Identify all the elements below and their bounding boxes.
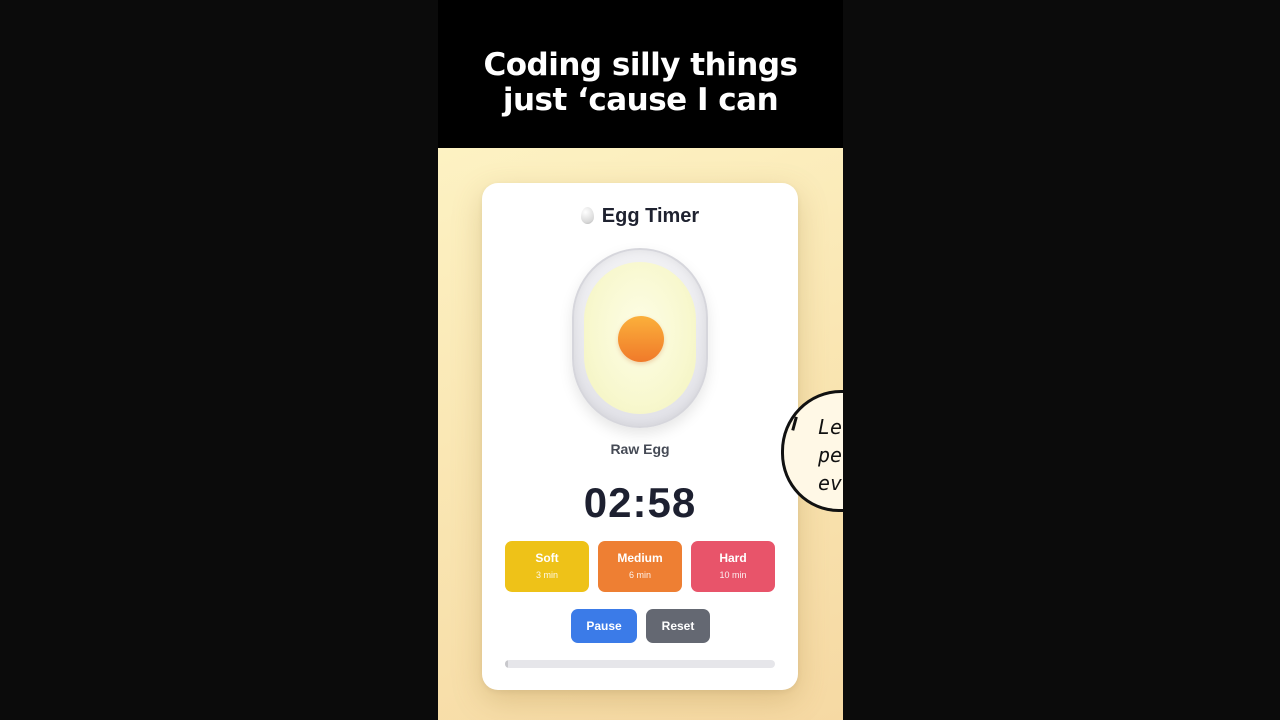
app-background: Egg Timer Raw Egg 02:58 Soft 3 min Mediu… — [438, 148, 843, 720]
egg-white — [584, 262, 696, 414]
preset-label: Hard — [719, 551, 747, 565]
preset-time: 10 min — [719, 570, 747, 580]
hard-preset-button[interactable]: Hard 10 min — [691, 541, 775, 592]
caption-line-2: just ‘cause I can — [502, 82, 779, 118]
bubble-doodle-mark — [791, 416, 801, 432]
video-frame: Coding silly things just ‘cause I can Eg… — [438, 0, 843, 720]
reset-button[interactable]: Reset — [646, 609, 710, 643]
preset-time: 6 min — [628, 570, 651, 580]
egg-timer-card: Egg Timer Raw Egg 02:58 Soft 3 min Mediu… — [482, 183, 798, 690]
medium-preset-button[interactable]: Medium 6 min — [598, 541, 682, 592]
caption-line-1: Coding silly things — [483, 47, 798, 83]
progress-fill — [505, 660, 508, 668]
preset-time: 3 min — [535, 570, 558, 580]
egg-illustration — [572, 248, 708, 428]
preset-label: Soft — [535, 551, 559, 565]
egg-yolk — [618, 316, 664, 362]
egg-icon — [580, 207, 594, 224]
egg-state-label: Raw Egg — [610, 441, 670, 457]
speech-bubble-text: Let pe ev — [818, 415, 843, 495]
app-title-text: Egg Timer — [601, 205, 700, 227]
preset-label: Medium — [617, 551, 663, 565]
caption: Coding silly things just ‘cause I can — [438, 0, 843, 148]
pause-button[interactable]: Pause — [571, 609, 637, 643]
soft-preset-button[interactable]: Soft 3 min — [505, 541, 589, 592]
app-title: Egg Timer — [482, 205, 798, 228]
countdown-display: 02:58 — [583, 479, 697, 526]
progress-bar — [505, 660, 775, 668]
